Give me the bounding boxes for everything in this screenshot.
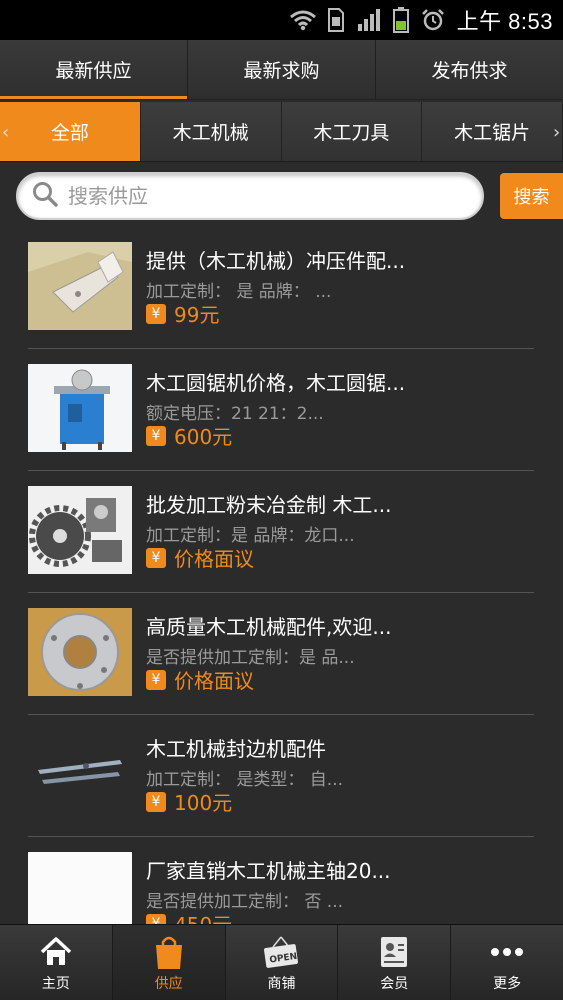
- supply-list: 提供（木工机械）冲压件配... 加工定制： 是 品牌： ... ¥ 99元 木工…: [0, 227, 563, 924]
- nav-supply-label: 供应: [154, 975, 183, 992]
- product-thumbnail: [28, 730, 132, 818]
- list-item[interactable]: 木工圆锯机价格，木工圆锯... 额定电压：21 21：2... ¥ 600元: [28, 349, 534, 471]
- product-thumbnail: [28, 608, 132, 696]
- search-row: 搜索: [0, 163, 563, 227]
- search-button[interactable]: 搜索: [500, 173, 563, 219]
- nav-member-label: 会员: [380, 975, 409, 992]
- top-tab-bar: 最新供应 最新求购 发布供求: [0, 40, 563, 100]
- battery-icon: [392, 7, 409, 33]
- item-price: ¥ 450元: [146, 909, 232, 924]
- item-price: ¥ 价格面议: [146, 665, 254, 694]
- item-title: 提供（木工机械）冲压件配...: [146, 249, 406, 273]
- search-box[interactable]: [16, 172, 484, 220]
- yen-icon: ¥: [146, 303, 166, 324]
- shopping-bag-icon: [153, 933, 185, 971]
- signal-strength-icon: [357, 8, 381, 32]
- nav-member[interactable]: 会员: [338, 925, 452, 1000]
- sim-card-icon: [327, 8, 345, 32]
- category-woodworking-machinery[interactable]: 木工机械: [140, 102, 282, 161]
- yen-icon: ¥: [146, 547, 166, 568]
- tab-latest-demand[interactable]: 最新求购: [188, 40, 376, 99]
- product-thumbnail: [28, 364, 132, 452]
- list-item[interactable]: 批发加工粉末冶金制 木工... 加工定制：是 品牌：龙口... ¥ 价格面议: [28, 471, 534, 593]
- yen-icon: ¥: [146, 425, 166, 446]
- item-title: 木工圆锯机价格，木工圆锯...: [146, 371, 406, 395]
- status-bar: 上午 8:53: [0, 0, 563, 40]
- list-item[interactable]: 提供（木工机械）冲压件配... 加工定制： 是 品牌： ... ¥ 99元: [28, 227, 534, 349]
- nav-shops[interactable]: OPEN 商铺: [225, 925, 339, 1000]
- nav-supply[interactable]: 供应: [112, 925, 226, 1000]
- item-price-value: 450元: [174, 909, 232, 924]
- search-icon: [32, 181, 58, 211]
- tab-latest-supply[interactable]: 最新供应: [0, 40, 188, 99]
- more-dots-icon: [490, 933, 524, 971]
- item-title: 木工机械封边机配件: [146, 737, 326, 761]
- yen-icon: ¥: [146, 791, 166, 812]
- item-title: 批发加工粉末冶金制 木工...: [146, 493, 392, 517]
- yen-icon: ¥: [146, 669, 166, 690]
- item-price-value: 价格面议: [174, 669, 254, 693]
- member-card-icon: [378, 933, 410, 971]
- nav-home-label: 主页: [41, 975, 70, 992]
- category-bar: ‹ 全部 木工机械 木工刀具 木工锯片 ›: [0, 102, 563, 162]
- open-sign-icon: OPEN: [263, 933, 299, 971]
- item-title: 高质量木工机械配件,欢迎...: [146, 615, 392, 639]
- status-time: 上午 8:53: [456, 9, 553, 34]
- list-item[interactable]: 厂家直销木工机械主轴20... 是否提供加工定制： 否 ... ¥ 450元: [28, 837, 534, 924]
- category-saw-blades[interactable]: 木工锯片: [422, 102, 563, 161]
- item-price-value: 价格面议: [174, 547, 254, 571]
- product-thumbnail: [28, 852, 132, 924]
- wifi-icon: [289, 9, 316, 31]
- item-price: ¥ 价格面议: [146, 543, 254, 572]
- item-price: ¥ 99元: [146, 299, 219, 328]
- product-thumbnail: [28, 486, 132, 574]
- nav-more[interactable]: 更多: [451, 925, 563, 1000]
- alarm-clock-icon: [421, 8, 445, 32]
- item-price-value: 100元: [174, 791, 233, 815]
- item-price-value: 600元: [174, 425, 233, 449]
- category-all[interactable]: 全部: [0, 102, 141, 161]
- item-price-value: 99元: [174, 303, 220, 327]
- bottom-nav: 主页 供应 OPEN 商铺 会员 更多: [0, 924, 563, 1000]
- search-input[interactable]: [68, 184, 448, 208]
- list-item[interactable]: 高质量木工机械配件,欢迎... 是否提供加工定制：是 品... ¥ 价格面议: [28, 593, 534, 715]
- app-screen: 上午 8:53 最新供应 最新求购 发布供求 ‹ 全部 木工机械 木工刀具 木工…: [0, 0, 563, 1000]
- product-thumbnail: [28, 242, 132, 330]
- nav-more-label: 更多: [493, 975, 522, 992]
- item-price: ¥ 100元: [146, 787, 232, 816]
- list-item[interactable]: 木工机械封边机配件 加工定制： 是类型： 自... ¥ 100元: [28, 715, 534, 837]
- category-woodworking-tools[interactable]: 木工刀具: [281, 102, 423, 161]
- home-icon: [39, 933, 73, 971]
- yen-icon: ¥: [146, 913, 166, 924]
- nav-home[interactable]: 主页: [0, 925, 113, 1000]
- nav-shops-label: 商铺: [267, 975, 296, 992]
- item-title: 厂家直销木工机械主轴20...: [146, 859, 391, 883]
- tab-publish[interactable]: 发布供求: [376, 40, 563, 99]
- item-price: ¥ 600元: [146, 421, 232, 450]
